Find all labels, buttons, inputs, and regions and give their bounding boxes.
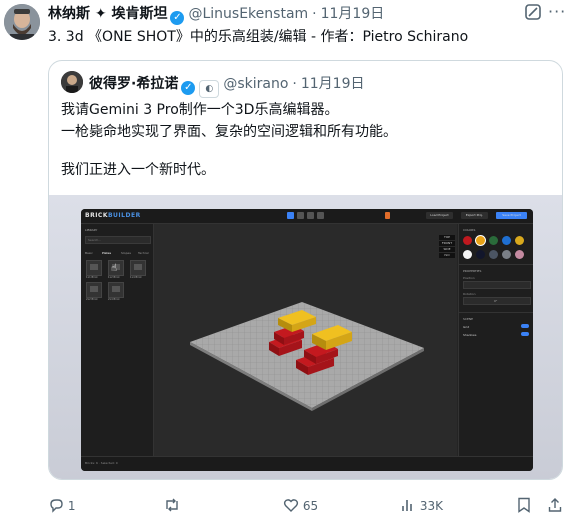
affiliate-badge-icon: ◐ [199,80,220,98]
piece-tile [108,282,124,298]
piece-label: 1x1 Brick [86,276,98,279]
category-tab-active: Plates [102,251,112,255]
view-button: SIDE [439,247,455,252]
share-button[interactable] [547,497,563,513]
rotation-field: 0° [463,297,531,305]
category-tab: Slopes [121,251,131,255]
retweet-icon [166,498,178,512]
color-swatch [515,250,524,259]
bookmark-button[interactable] [517,497,531,513]
color-swatch [515,236,524,245]
quoted-tweet[interactable]: 彼得罗·希拉诺 ✓ ◐ @skirano · 11月19日 我请Gemini 3 Pro制… [48,60,563,480]
color-swatch [502,250,511,259]
color-swatch [463,250,472,259]
grid-toggle-label: Grid [463,325,470,329]
piece-label: 1x2 Brick [108,276,120,279]
rotate-tool-icon [307,212,314,219]
colors-title: COLORS [463,228,476,232]
lego-scene [190,302,424,411]
scene-title: SCENE [463,317,474,321]
quote-text-line: 一枪毙命地实现了界面、复杂的空间逻辑和所有功能。 [61,124,397,140]
load-project-button: Load Project [426,212,453,219]
like-count: 65 [302,499,319,513]
author-name[interactable]: 林纳斯 ✦ 埃肯斯坦 [48,6,167,22]
piece-label: 1x4 Brick [130,276,142,279]
author-line: 林纳斯 ✦ 埃肯斯坦 ✓ @LinusEkenstam · 11月19日 [48,3,384,25]
separator: · [312,6,317,22]
grok-icon[interactable] [524,3,542,21]
separator: · [292,76,297,92]
library-search-input: Search... [85,236,151,244]
move-tool-icon [297,212,304,219]
delete-tool-icon [317,212,324,219]
views-count: 33K [419,499,443,513]
reply-count: 1 [67,499,76,513]
verified-icon: ✓ [181,81,196,95]
save-project-button: Save Project [496,212,527,219]
quote-author-avatar [61,71,83,93]
reply-icon [50,499,63,513]
color-swatch-selected [476,236,485,245]
editor-statusbar: Bricks: 6 · Selected: 0 [81,456,533,471]
color-swatch [463,236,472,245]
piece-tile [130,260,146,276]
color-swatch [489,250,498,259]
properties-panel: COLORS PROPERTIES Position Rotation 0° S… [458,224,533,456]
retweet-action[interactable] [163,497,181,513]
share-icon [548,498,562,512]
verified-icon: ✓ [170,11,185,25]
quote-text-line: 我们正进入一个新时代。 [61,162,215,178]
author-handle[interactable]: @LinusEkenstam [188,6,308,22]
color-swatch [502,236,511,245]
lego-editor-screenshot: BRICKBUILDER Load Project Export Proj. S… [81,209,533,471]
hand-cursor-icon: ☝ [111,263,118,274]
author-avatar[interactable] [4,4,40,40]
status-text: Bricks: 6 · Selected: 0 [85,461,118,465]
piece-tile [86,282,102,298]
quote-media[interactable]: BRICKBUILDER Load Project Export Proj. S… [49,195,562,479]
piece-tile [86,260,102,276]
position-field [463,281,531,289]
library-title: LIBRARY [85,228,98,232]
grid-toggle [521,324,529,328]
tweet-date[interactable]: 11月19日 [321,6,385,22]
tweet-text: 3. 3d 《ONE SHOT》中的乐高组装/编辑 - 作者：Pietro Sc… [48,29,469,45]
view-button: TOP [439,235,455,240]
category-tab: Technic [138,251,150,255]
export-project-button: Export Proj. [461,212,488,219]
3d-viewport [154,224,457,456]
rotation-label: Rotation [463,292,476,296]
shadows-toggle [521,332,529,336]
quote-author-handle: @skirano [223,76,289,92]
position-label: Position [463,276,475,280]
like-icon [283,499,299,512]
view-buttons: TOP FRONT SIDE ISO [439,235,455,259]
view-button: FRONT [439,241,455,246]
piece-label: 2x2 Brick [86,298,98,301]
select-tool-icon [287,212,294,219]
piece-label: 2x4 Brick [108,298,120,301]
view-button: ISO [439,253,455,258]
category-tab: Basic [85,251,93,255]
views-action[interactable]: 33K [400,497,443,513]
quote-author-line: 彼得罗·希拉诺 ✓ ◐ @skirano · 11月19日 [89,73,365,98]
status-dot-icon [385,212,390,219]
color-swatch [476,250,485,259]
quote-author-name: 彼得罗·希拉诺 [89,76,179,92]
editor-logo: BRICKBUILDER [85,212,141,219]
reply-action[interactable]: 1 [48,497,75,513]
color-swatch [489,236,498,245]
library-panel: LIBRARY Search... Basic Plates Slopes Te… [81,224,154,456]
views-icon [402,500,412,511]
bookmark-icon [518,497,530,513]
quote-date: 11月19日 [300,76,365,92]
editor-topbar: BRICKBUILDER Load Project Export Proj. S… [81,209,533,224]
like-action[interactable]: 65 [283,497,318,513]
quote-text-line: 我请Gemini 3 Pro制作一个3D乐高编辑器。 [61,102,339,118]
properties-title: PROPERTIES [463,269,482,273]
shadows-toggle-label: Shadows [463,333,477,337]
more-icon[interactable]: ··· [548,2,566,21]
